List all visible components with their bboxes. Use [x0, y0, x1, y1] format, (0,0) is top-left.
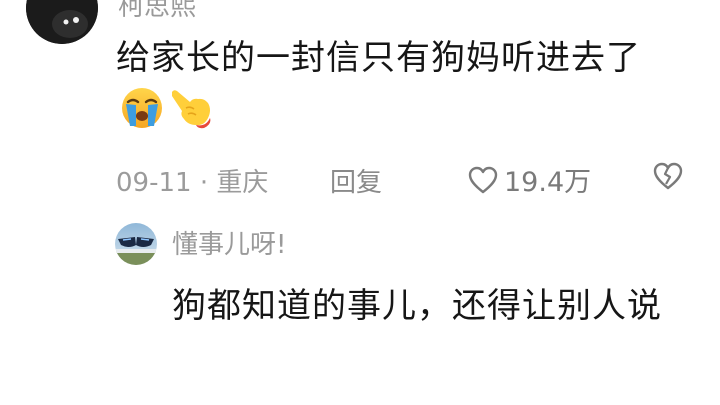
avatar[interactable]: [26, 0, 98, 44]
reply-avatar[interactable]: [115, 223, 157, 265]
reply-button[interactable]: 回复: [330, 162, 382, 199]
sunglasses-avatar-icon: [115, 223, 157, 265]
pointing-hand-icon: [168, 86, 214, 147]
comment-meta-row: 09-11 · 重庆 回复 19.4万: [116, 160, 706, 200]
like-count: 19.4万: [504, 167, 592, 198]
like-button[interactable]: 19.4万: [468, 160, 591, 199]
broken-heart-icon: [653, 162, 683, 190]
loudly-crying-face-icon: [120, 86, 164, 147]
dog-avatar-icon: [26, 0, 98, 44]
comment-date-location: 09-11 · 重庆: [116, 168, 269, 198]
dislike-button[interactable]: [652, 162, 684, 197]
reply-text: 狗都知道的事儿，还得让别人说: [172, 286, 662, 326]
comment-text: 给家长的一封信只有狗妈听进去了: [116, 38, 641, 78]
reply-username[interactable]: 懂事儿呀!: [172, 224, 286, 261]
heart-icon: [468, 166, 498, 193]
comment-username[interactable]: 柯思熙: [118, 0, 196, 23]
comment-body: 给家长的一封信只有狗妈听进去了: [116, 30, 676, 147]
